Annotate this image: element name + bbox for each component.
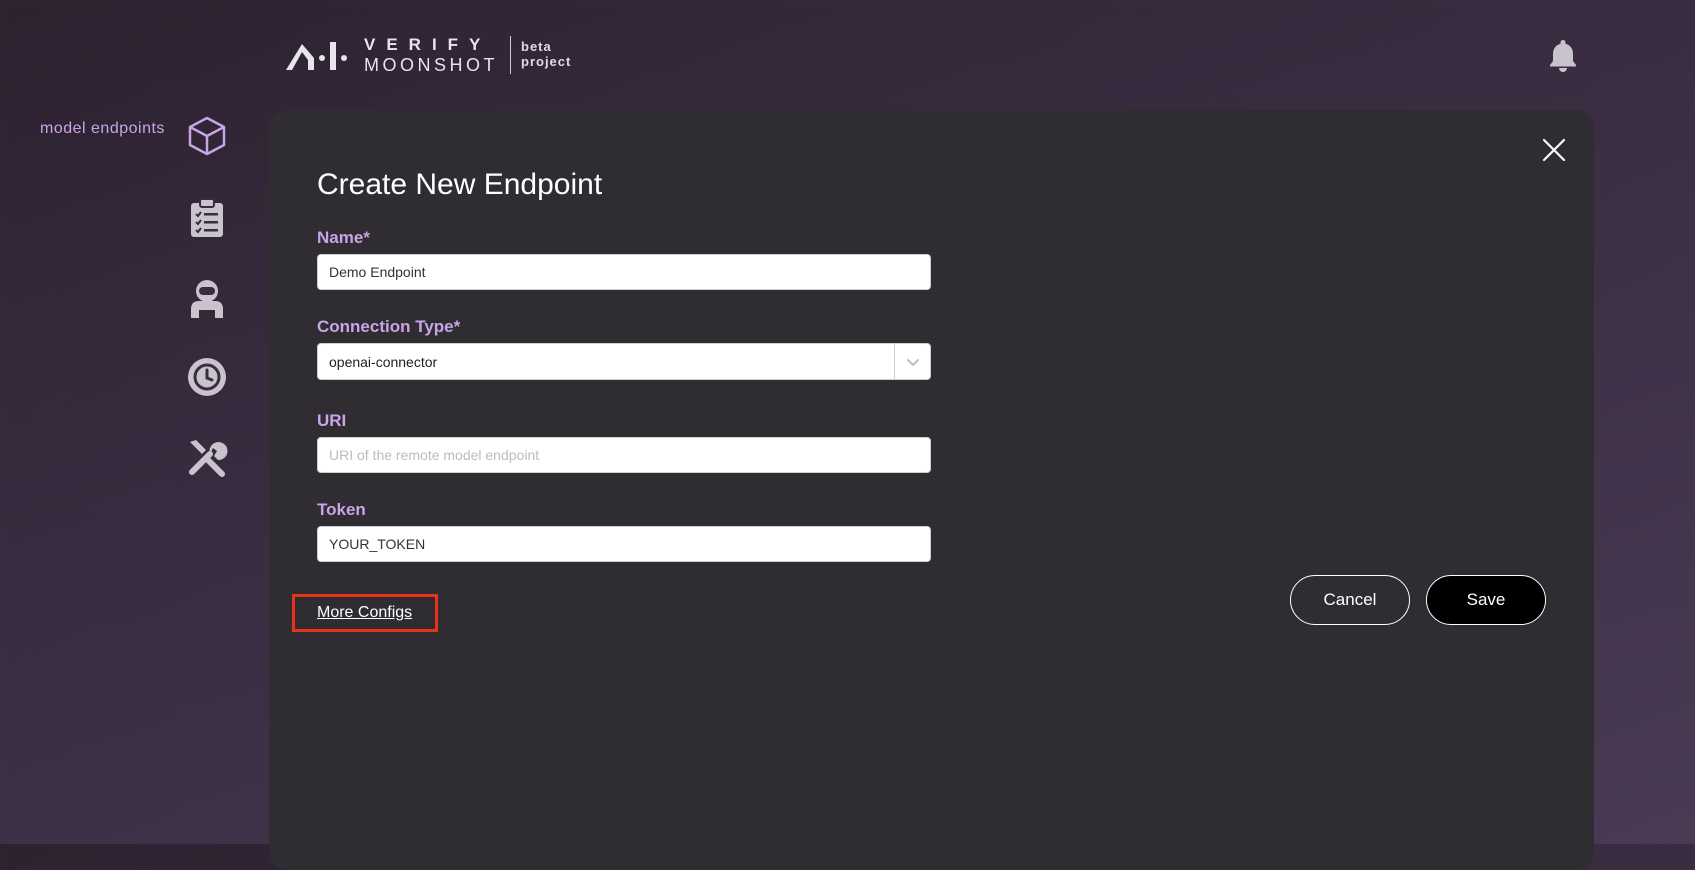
sidebar-item-recipes[interactable] (185, 196, 229, 240)
save-button[interactable]: Save (1426, 575, 1546, 625)
sidebar-item-red-teaming[interactable] (185, 276, 229, 320)
sidebar-item-model-endpoints[interactable] (185, 114, 229, 158)
tools-icon (189, 440, 228, 477)
token-label: Token (317, 500, 366, 519)
history-icon (188, 358, 226, 396)
sidebar-active-label[interactable]: model endpoints (40, 120, 165, 138)
uri-input[interactable] (317, 437, 931, 473)
connection-type-value: openai-connector (329, 354, 438, 370)
clipboard-checklist-icon (191, 198, 223, 237)
cube-icon (188, 116, 226, 156)
token-input[interactable] (317, 526, 931, 562)
logo-beta-text: beta (521, 39, 552, 55)
bell-icon[interactable] (1547, 38, 1579, 77)
select-separator (894, 344, 895, 379)
logo-project-text: project (521, 54, 572, 69)
close-icon[interactable] (1542, 138, 1566, 162)
modal-title: Create New Endpoint (317, 168, 603, 201)
app-logo: VERIFY MOONSHOT beta project (284, 36, 571, 74)
aiverify-logo-icon (286, 42, 347, 70)
more-configs-link[interactable]: More Configs (317, 604, 412, 622)
red-teaming-agent-icon (191, 280, 223, 318)
sidebar-item-history[interactable] (185, 355, 229, 399)
uri-label: URI (317, 411, 347, 430)
logo-verify-text: VERIFY (364, 35, 492, 54)
connection-type-select[interactable]: openai-connector (317, 343, 931, 380)
cancel-button[interactable]: Cancel (1290, 575, 1410, 625)
connection-type-label: Connection Type* (317, 317, 461, 336)
create-endpoint-modal (269, 110, 1594, 870)
name-input[interactable] (317, 254, 931, 290)
name-label: Name* (317, 228, 370, 247)
logo-moonshot-text: MOONSHOT (364, 55, 498, 75)
sidebar-item-utilities[interactable] (185, 435, 229, 479)
logo-divider (510, 36, 511, 74)
chevron-down-icon[interactable] (904, 353, 922, 376)
